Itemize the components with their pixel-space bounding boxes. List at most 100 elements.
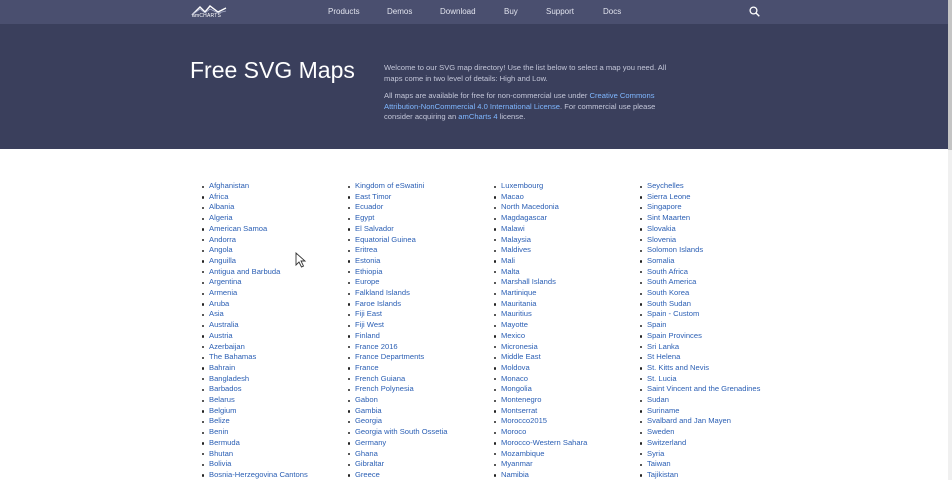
map-link[interactable]: North Macedonia [492,202,587,213]
map-link[interactable]: Sierra Leone [638,192,760,203]
map-link[interactable]: French Guiana [346,374,447,385]
map-link[interactable]: Switzerland [638,438,760,449]
map-link[interactable]: Sint Maarten [638,213,760,224]
map-link[interactable]: Montenegro [492,395,587,406]
map-link[interactable]: Saint Vincent and the Grenadines [638,384,760,395]
map-link[interactable]: France 2016 [346,342,447,353]
map-link[interactable]: Martinique [492,288,587,299]
map-link[interactable]: St Helena [638,352,760,363]
map-link[interactable]: France [346,363,447,374]
map-link[interactable]: Benin [200,427,308,438]
map-link[interactable]: Somalia [638,256,760,267]
map-link[interactable]: Kingdom of eSwatini [346,181,447,192]
map-link[interactable]: Sudan [638,395,760,406]
map-link[interactable]: Sri Lanka [638,342,760,353]
map-link[interactable]: Egypt [346,213,447,224]
map-link[interactable]: Moroco [492,427,587,438]
nav-docs[interactable]: Docs [603,7,621,16]
nav-buy[interactable]: Buy [504,7,518,16]
map-link[interactable]: St. Kitts and Nevis [638,363,760,374]
map-link[interactable]: Morocco-Western Sahara [492,438,587,449]
map-link[interactable]: Luxembourg [492,181,587,192]
map-link[interactable]: Azerbaijan [200,342,308,353]
map-link[interactable]: Seychelles [638,181,760,192]
map-link[interactable]: Estonia [346,256,447,267]
map-link[interactable]: France Departments [346,352,447,363]
map-link[interactable]: Micronesia [492,342,587,353]
map-link[interactable]: Malta [492,267,587,278]
map-link[interactable]: Singapore [638,202,760,213]
map-link[interactable]: Georgia [346,416,447,427]
map-link[interactable]: Antigua and Barbuda [200,267,308,278]
map-link[interactable]: Morocco2015 [492,416,587,427]
map-link[interactable]: Solomon Islands [638,245,760,256]
map-link[interactable]: Greece [346,470,447,480]
map-link[interactable]: Albania [200,202,308,213]
map-link[interactable]: Angola [200,245,308,256]
map-link[interactable]: Macao [492,192,587,203]
map-link[interactable]: Europe [346,277,447,288]
map-link[interactable]: Armenia [200,288,308,299]
map-link[interactable]: Finland [346,331,447,342]
map-link[interactable]: Barbados [200,384,308,395]
map-link[interactable]: Gibraltar [346,459,447,470]
map-link[interactable]: Suriname [638,406,760,417]
map-link[interactable]: Georgia with South Ossetia [346,427,447,438]
map-link[interactable]: Svalbard and Jan Mayen [638,416,760,427]
map-link[interactable]: Faroe Islands [346,299,447,310]
map-link[interactable]: Tajikistan [638,470,760,480]
map-link[interactable]: Falkland Islands [346,288,447,299]
map-link[interactable]: Taiwan [638,459,760,470]
map-link[interactable]: Bosnia-Herzegovina Cantons [200,470,308,480]
scrollbar-thumb[interactable] [948,0,952,150]
nav-support[interactable]: Support [546,7,574,16]
map-link[interactable]: Slovakia [638,224,760,235]
map-link[interactable]: Gambia [346,406,447,417]
map-link[interactable]: Spain - Custom [638,309,760,320]
nav-products[interactable]: Products [328,7,360,16]
map-link[interactable]: Bahrain [200,363,308,374]
map-link[interactable]: Montserrat [492,406,587,417]
map-link[interactable]: Belize [200,416,308,427]
map-link[interactable]: Malawi [492,224,587,235]
search-icon[interactable] [749,6,760,17]
map-link[interactable]: Belarus [200,395,308,406]
map-link[interactable]: Mauritania [492,299,587,310]
map-link[interactable]: Sweden [638,427,760,438]
amcharts4-link[interactable]: amCharts 4 [458,112,497,121]
map-link[interactable]: Argentina [200,277,308,288]
map-link[interactable]: Mexico [492,331,587,342]
map-link[interactable]: Anguilla [200,256,308,267]
map-link[interactable]: South Korea [638,288,760,299]
map-link[interactable]: Mongolia [492,384,587,395]
map-link[interactable]: St. Lucia [638,374,760,385]
map-link[interactable]: Malaysia [492,235,587,246]
map-link[interactable]: Ethiopia [346,267,447,278]
map-link[interactable]: El Salvador [346,224,447,235]
map-link[interactable]: American Samoa [200,224,308,235]
map-link[interactable]: South Sudan [638,299,760,310]
map-link[interactable]: Bhutan [200,449,308,460]
map-link[interactable]: Algeria [200,213,308,224]
map-link[interactable]: Belgium [200,406,308,417]
map-link[interactable]: South America [638,277,760,288]
map-link[interactable]: Syria [638,449,760,460]
map-link[interactable]: Asia [200,309,308,320]
map-link[interactable]: Ghana [346,449,447,460]
map-link[interactable]: Maldives [492,245,587,256]
map-link[interactable]: Germany [346,438,447,449]
map-link[interactable]: Ecuador [346,202,447,213]
map-link[interactable]: Bangladesh [200,374,308,385]
nav-demos[interactable]: Demos [387,7,412,16]
map-link[interactable]: Austria [200,331,308,342]
map-link[interactable]: Monaco [492,374,587,385]
map-link[interactable]: Namibia [492,470,587,480]
map-link[interactable]: Fiji East [346,309,447,320]
map-link[interactable]: Mozambique [492,449,587,460]
map-link[interactable]: South Africa [638,267,760,278]
map-link[interactable]: Bermuda [200,438,308,449]
map-link[interactable]: Eritrea [346,245,447,256]
map-link[interactable]: Mayotte [492,320,587,331]
map-link[interactable]: Fiji West [346,320,447,331]
map-link[interactable]: Aruba [200,299,308,310]
